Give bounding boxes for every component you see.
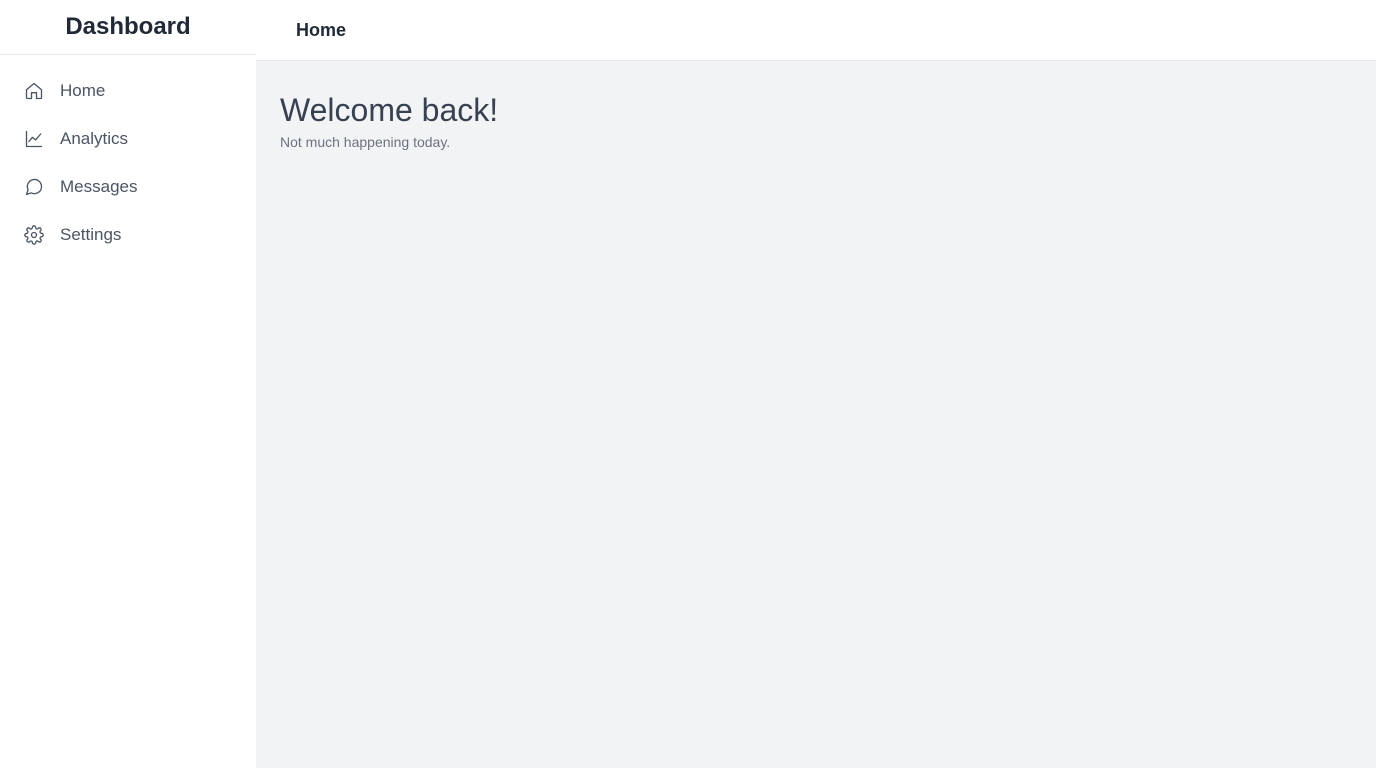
- sidebar-brand: Dashboard: [0, 0, 256, 55]
- sidebar-nav: Home Analytics Messages Settings: [0, 55, 256, 259]
- sidebar-item-messages[interactable]: Messages: [0, 163, 256, 211]
- sidebar-item-label: Home: [60, 81, 106, 100]
- sidebar-item-settings[interactable]: Settings: [0, 211, 256, 259]
- sidebar-item-analytics[interactable]: Analytics: [0, 115, 256, 163]
- top-bar: Home: [256, 0, 1376, 61]
- sidebar-item-label: Analytics: [60, 129, 129, 148]
- chart-line-icon: [24, 129, 44, 149]
- page-title: Home: [296, 19, 347, 40]
- message-circle-icon: [24, 177, 44, 197]
- sidebar-item-home[interactable]: Home: [0, 67, 256, 115]
- main-area: Home Welcome back! Not much happening to…: [256, 0, 1376, 768]
- welcome-heading: Welcome back!: [280, 92, 499, 128]
- home-icon: [24, 81, 44, 101]
- sidebar-item-label: Messages: [60, 177, 138, 196]
- welcome-subtitle: Not much happening today.: [280, 134, 451, 151]
- sidebar-item-label: Settings: [60, 225, 122, 244]
- sidebar: Dashboard Home Analytics Messages Settin…: [0, 0, 256, 768]
- brand-title: Dashboard: [65, 13, 191, 40]
- gear-icon: [24, 225, 44, 245]
- app-shell: Dashboard Home Analytics Messages Settin…: [0, 0, 1376, 768]
- content-area: Welcome back! Not much happening today.: [256, 61, 1376, 768]
